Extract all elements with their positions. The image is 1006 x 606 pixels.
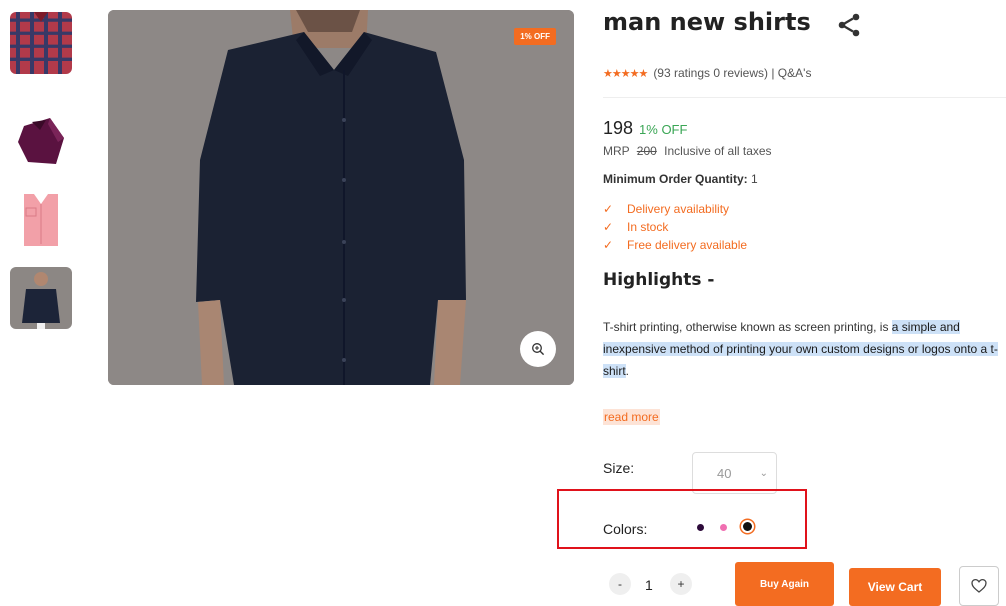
quantity-value: 1 [645,577,653,593]
share-icon [838,13,860,37]
pink-folded-shirt-thumbnail [10,188,72,250]
thumbnail-navy-shirt-model[interactable] [10,267,72,329]
zoom-in-icon [532,343,545,356]
tax-note: Inclusive of all taxes [664,144,772,158]
mrp-value: 200 [636,144,657,158]
heart-icon [971,578,987,593]
navy-shirt-model-thumbnail [10,267,72,329]
navy-shirt-model-photo [108,10,574,385]
main-product-image: 1% OFF [108,10,574,385]
quantity-decrease-button[interactable]: - [609,573,631,595]
rating-stars: ★★★★★ [603,67,648,80]
chevron-down-icon: ⌄ [759,467,768,479]
zoom-button[interactable] [520,331,556,367]
mrp-row: MRP 200 Inclusive of all taxes [603,144,772,158]
moq-label: Minimum Order Quantity: [603,172,748,186]
size-select[interactable]: 40 ⌄ [692,452,777,494]
discount-badge: 1% OFF [514,28,556,45]
thumbnail-purple-folded-shirt[interactable] [10,108,72,170]
mrp-label: MRP [603,144,630,158]
view-cart-button[interactable]: View Cart [849,568,941,606]
color-swatch-black[interactable] [743,522,752,531]
share-button[interactable] [836,12,862,38]
check-icon: ✓ [603,220,614,234]
check-icon: ✓ [603,238,614,252]
colors-label: Colors: [603,521,648,537]
ratings-text: (93 ratings 0 reviews) | Q&A's [653,66,812,80]
wishlist-button[interactable] [959,566,999,606]
product-description: T-shirt printing, otherwise known as scr… [603,320,998,378]
thumbnail-pink-folded-shirt[interactable] [10,188,72,250]
purple-folded-shirt-thumbnail [10,108,72,170]
quantity-increase-button[interactable]: + [670,573,692,595]
divider [603,97,1006,98]
feature-list: ✓ Delivery availability ✓ In stock ✓ Free d… [603,200,747,254]
read-more-link[interactable]: read more [603,409,660,425]
thumbnail-red-checked-shirt[interactable] [10,12,72,74]
price-row: 198 1% OFF [603,118,687,139]
feature-item: ✓ In stock [603,220,669,234]
feature-item: ✓ Free delivery available [603,238,748,252]
colors-highlight-box [557,489,807,549]
moq-row: Minimum Order Quantity: 1 [603,172,758,186]
ratings-row[interactable]: ★★★★★ (93 ratings 0 reviews) | Q&A's [603,66,811,80]
check-icon: ✓ [603,202,614,216]
color-swatch-dark-purple[interactable] [697,524,704,531]
size-value: 40 [717,465,732,481]
feature-item: ✓ Delivery availability [603,202,730,216]
product-title: man new shirts [603,8,811,36]
highlights-heading: Highlights - [603,270,715,290]
discount-text: 1% OFF [639,122,688,137]
price: 198 [603,118,634,138]
moq-value: 1 [751,172,758,186]
color-swatch-pink[interactable] [720,524,727,531]
buy-again-button[interactable]: Buy Again [735,562,834,606]
red-checked-shirt-thumbnail [10,12,72,74]
size-label: Size: [603,460,635,476]
